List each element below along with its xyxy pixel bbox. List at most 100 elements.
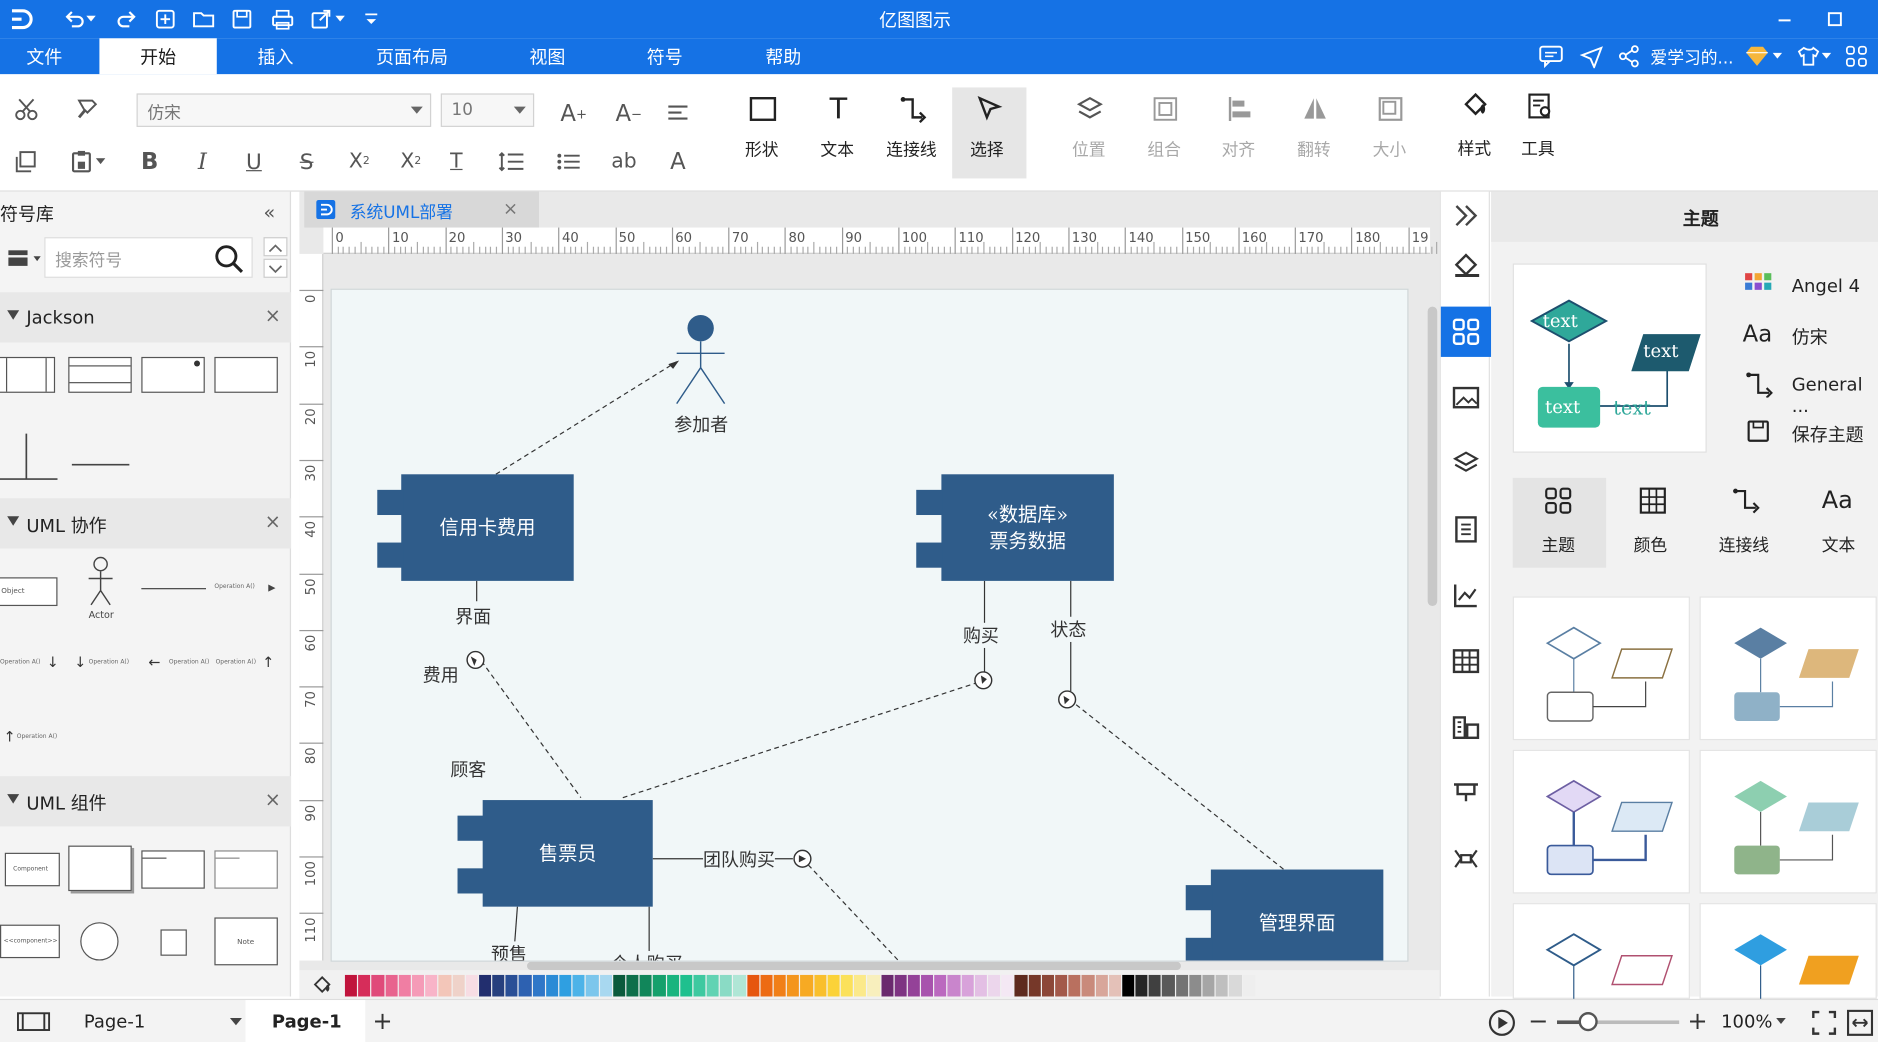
zoom-out-icon[interactable]: − [1528, 1006, 1548, 1035]
current-theme-preview[interactable]: text text text text [1512, 263, 1707, 453]
close-section-icon[interactable]: × [265, 510, 281, 533]
palette-swatch[interactable] [760, 974, 773, 997]
menu-home[interactable]: 开始 [99, 38, 217, 75]
export-icon[interactable] [307, 5, 336, 34]
palette-swatch[interactable] [894, 974, 907, 997]
comment-icon[interactable] [1537, 42, 1566, 71]
export-dropdown-icon[interactable] [333, 5, 347, 34]
palette-swatch[interactable] [653, 974, 666, 997]
search-icon[interactable] [213, 243, 244, 279]
connector-tool-label[interactable]: 连接线 [886, 138, 936, 162]
actor-figure[interactable] [674, 341, 727, 406]
close-tab-icon[interactable]: × [503, 198, 518, 220]
palette-swatch[interactable] [773, 974, 786, 997]
font-color-icon[interactable]: A [662, 146, 693, 177]
palette-swatch[interactable] [1095, 974, 1108, 997]
scroll-up-icon[interactable] [263, 237, 288, 257]
text-tab-icon[interactable]: Aa [1822, 485, 1853, 514]
undo-dropdown-icon[interactable] [84, 5, 98, 34]
select-tool-label[interactable]: 选择 [970, 138, 1004, 162]
jackson-shape-2[interactable] [68, 356, 132, 393]
horizontal-scrollbar[interactable] [526, 961, 1181, 971]
color-theme-icon[interactable] [1745, 273, 1772, 302]
save-theme-button[interactable]: 保存主题 [1792, 422, 1864, 447]
palette-swatch[interactable] [478, 974, 492, 997]
palette-swatch[interactable] [358, 974, 371, 997]
zoom-level[interactable]: 100% [1721, 1011, 1772, 1033]
palette-swatch[interactable] [693, 974, 706, 997]
page-tab-label[interactable]: Page-1 [272, 1011, 342, 1033]
palette-swatch[interactable] [867, 974, 880, 997]
shape-tool-label[interactable]: 形状 [745, 138, 779, 162]
strikethrough-icon[interactable]: S [291, 146, 322, 177]
palette-swatch[interactable] [787, 974, 800, 997]
colors-tab-icon[interactable] [1638, 486, 1667, 520]
fit-page-icon[interactable] [1811, 1010, 1837, 1041]
chart-icon[interactable] [1449, 578, 1483, 612]
palette-swatch[interactable] [492, 974, 505, 997]
text-case-icon[interactable]: ab [608, 146, 639, 177]
superscript-icon[interactable]: X2 [344, 146, 375, 177]
palette-swatch[interactable] [706, 974, 719, 997]
palette-swatch[interactable] [398, 974, 411, 997]
palette-swatch[interactable] [1202, 974, 1215, 997]
palette-swatch[interactable] [1215, 974, 1229, 997]
format-painter-icon[interactable] [72, 93, 103, 124]
share-icon[interactable] [1614, 42, 1643, 71]
menu-symbol[interactable]: 符号 [647, 44, 683, 69]
customize-toolbar-icon[interactable] [357, 5, 386, 34]
uml-op-label[interactable]: Operation A() [214, 583, 254, 590]
diagram-page[interactable]: 参加者 信用卡费用 «数据库» 票务数据 售票员 管理界面 界面 费用 购买 状态… [330, 288, 1409, 962]
palette-swatch[interactable] [1081, 974, 1095, 997]
section-jackson[interactable]: Jackson × [0, 292, 292, 343]
palette-swatch[interactable] [465, 974, 478, 997]
palette-swatch[interactable] [1014, 974, 1028, 997]
tab-connector-label[interactable]: 连接线 [1719, 533, 1769, 557]
page-view-icon[interactable] [17, 1011, 51, 1037]
component-admin[interactable]: 管理界面 [1210, 869, 1384, 961]
theme-panel-button[interactable] [1440, 306, 1492, 357]
paste-icon[interactable] [66, 146, 97, 177]
section-uml-component[interactable]: UML 组件 × [0, 776, 292, 827]
italic-icon[interactable]: I [187, 146, 218, 177]
palette-swatch[interactable] [1135, 974, 1148, 997]
close-section-icon[interactable]: × [265, 788, 281, 811]
underline-icon[interactable]: U [238, 146, 269, 177]
palette-swatch[interactable] [1028, 974, 1041, 997]
jackson-shape-1[interactable] [0, 356, 56, 393]
text-style-icon[interactable]: T [441, 146, 472, 177]
fill-bucket-icon[interactable] [311, 975, 333, 1001]
user-name[interactable]: 爱学习的... [1650, 46, 1733, 70]
palette-swatch[interactable] [425, 974, 438, 997]
actor-head[interactable] [687, 314, 714, 342]
palette-swatch[interactable] [1001, 974, 1014, 997]
palette-swatch[interactable] [988, 974, 1001, 997]
text-align-icon[interactable] [664, 98, 695, 129]
palette-swatch[interactable] [505, 974, 518, 997]
position-label[interactable]: 位置 [1072, 138, 1106, 162]
uml-op-up-2[interactable]: Operation A() [17, 733, 57, 740]
palette-swatch[interactable] [827, 974, 840, 997]
uml-interface-circle[interactable] [80, 922, 119, 961]
palette-swatch[interactable] [371, 974, 384, 997]
uml-op-left[interactable]: Operation A() [169, 659, 209, 666]
label-presale[interactable]: 预售 [491, 941, 528, 961]
zoom-slider-thumb[interactable] [1578, 1012, 1598, 1032]
flip-label[interactable]: 翻转 [1297, 138, 1331, 162]
palette-swatch[interactable] [746, 974, 760, 997]
palette-swatch[interactable] [545, 974, 559, 997]
palette-swatch[interactable] [559, 974, 572, 997]
play-icon[interactable] [1488, 1008, 1517, 1042]
palette-swatch[interactable] [1108, 974, 1121, 997]
redo-icon[interactable] [113, 5, 142, 34]
bullet-list-icon[interactable] [553, 146, 584, 177]
size-icon[interactable] [1375, 93, 1406, 124]
image-icon[interactable] [1449, 381, 1483, 415]
tab-colors-label[interactable]: 颜色 [1634, 533, 1668, 557]
font-size-select[interactable]: 10 [440, 93, 535, 127]
menu-help[interactable]: 帮助 [765, 44, 801, 69]
label-interface[interactable]: 界面 [455, 603, 492, 629]
connector-tool-icon[interactable] [898, 93, 929, 124]
jackson-lines[interactable] [0, 431, 144, 484]
palette-swatch[interactable] [612, 974, 626, 997]
